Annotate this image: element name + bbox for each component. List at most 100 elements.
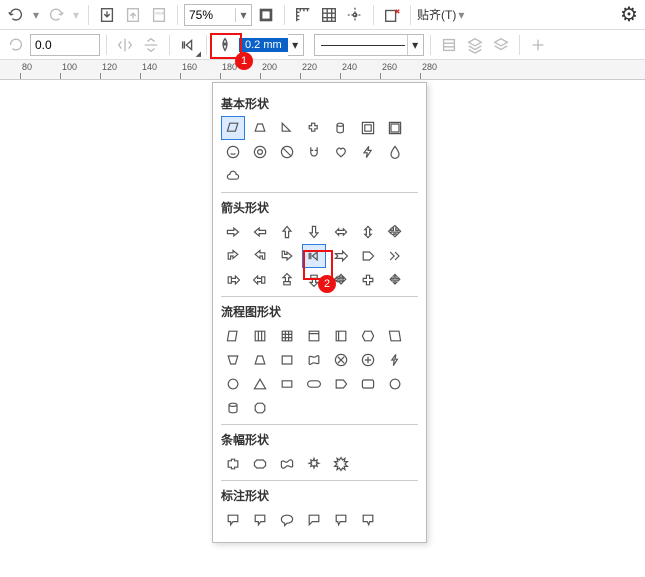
pdf-button: PDF (147, 3, 171, 27)
shape-wave[interactable] (275, 452, 299, 476)
shape-fc-tri[interactable] (248, 372, 272, 396)
shape-callout-oval[interactable] (275, 508, 299, 532)
section-title: 基本形状 (221, 95, 418, 112)
grid-button[interactable] (317, 3, 341, 27)
shape-plus[interactable] (302, 116, 326, 140)
snap-menu[interactable]: 贴齐(T)▾ (417, 6, 464, 23)
shape-fc-tag[interactable] (329, 372, 353, 396)
shape-cloud[interactable] (221, 164, 245, 188)
section-title: 标注形状 (221, 487, 418, 504)
shape-fc-card[interactable] (302, 324, 326, 348)
shape-no[interactable] (275, 140, 299, 164)
shape-burst2[interactable] (329, 452, 353, 476)
rulers-button[interactable] (291, 3, 315, 27)
shape-pentagon-r[interactable] (356, 244, 380, 268)
shape-trapezoid[interactable] (248, 116, 272, 140)
zoom-dropdown-icon[interactable]: ▾ (235, 8, 251, 22)
shape-fc-rrect[interactable] (356, 372, 380, 396)
shape-picker-button[interactable]: ◢ (176, 33, 200, 57)
fullscreen-button[interactable] (254, 3, 278, 27)
zoom-input[interactable] (185, 8, 235, 22)
shape-fc-trap2[interactable] (248, 348, 272, 372)
add-button (526, 33, 550, 57)
stroke-style-combo[interactable]: ▾ (314, 34, 424, 56)
shape-triangle-right[interactable] (275, 116, 299, 140)
shape-fc-pluscircle[interactable] (356, 348, 380, 372)
undo-dropdown[interactable]: ▾ (30, 3, 42, 27)
shape-fc-hex[interactable] (356, 324, 380, 348)
shape-frame[interactable] (356, 116, 380, 140)
guides-button[interactable] (343, 3, 367, 27)
layers2-button (489, 33, 513, 57)
toolbar-main: ▾ ▾ PDF ▾ 贴齐(T)▾ ⚙ (0, 0, 645, 30)
import-button[interactable] (95, 3, 119, 27)
shape-arrow-lr[interactable] (329, 220, 353, 244)
shape-tee-u[interactable] (275, 268, 299, 292)
shape-fc-rect2[interactable] (275, 372, 299, 396)
stroke-width-value: 0.2 mm (239, 38, 288, 52)
stroke-width-combo[interactable]: 0.2 mm ▾ (239, 34, 304, 56)
zoom-combo[interactable]: ▾ (184, 4, 252, 26)
shape-heart[interactable] (329, 140, 353, 164)
shape-tee-l[interactable] (248, 268, 272, 292)
shape-fc-card2[interactable] (329, 324, 353, 348)
shape-fc-skew[interactable] (221, 324, 245, 348)
rotation-input[interactable] (30, 34, 100, 56)
shape-callout1[interactable] (221, 508, 245, 532)
shape-banner1[interactable] (221, 452, 245, 476)
shape-burst1[interactable] (302, 452, 326, 476)
shape-arrow-quad[interactable] (383, 220, 407, 244)
shape-fc-trap[interactable] (221, 348, 245, 372)
shape-fc-skew2[interactable] (383, 324, 407, 348)
shape-callout4[interactable] (356, 508, 380, 532)
shape-arrow-ud[interactable] (356, 220, 380, 244)
shape-chev-r[interactable] (383, 244, 407, 268)
shape-frame2[interactable] (383, 116, 407, 140)
shape-fc-pill[interactable] (302, 372, 326, 396)
ruler-horizontal: 80100120140160180200220240260280 (0, 60, 645, 80)
shape-arrow-u[interactable] (275, 220, 299, 244)
shape-arrow-l[interactable] (248, 220, 272, 244)
layers-button (463, 33, 487, 57)
shape-fc-circle[interactable] (383, 372, 407, 396)
settings-button[interactable]: ⚙ (617, 3, 641, 27)
stroke-width-dropdown-icon[interactable]: ▾ (288, 34, 304, 56)
shape-fc-rect[interactable] (275, 348, 299, 372)
shape-tee-r[interactable] (221, 268, 245, 292)
shapes-flyout-panel: 基本形状箭头形状流程图形状条幅形状标注形状 (212, 82, 427, 543)
clear-button[interactable] (380, 3, 404, 27)
shape-fc-oct[interactable] (248, 396, 272, 420)
svg-text:PDF: PDF (155, 11, 164, 16)
shape-fc-cols[interactable] (248, 324, 272, 348)
shape-banner2[interactable] (248, 452, 272, 476)
shape-fc-flash[interactable] (383, 348, 407, 372)
shape-parallelogram[interactable] (221, 116, 245, 140)
shape-quad-out[interactable] (383, 268, 407, 292)
shape-fc-disc[interactable] (221, 372, 245, 396)
shape-fc-grid[interactable] (275, 324, 299, 348)
snap-label: 贴齐(T) (417, 6, 456, 23)
shape-bolt[interactable] (356, 140, 380, 164)
shape-magnet[interactable] (302, 140, 326, 164)
shape-corner-ul[interactable] (221, 244, 245, 268)
shape-arrow-d[interactable] (302, 220, 326, 244)
toolbar-properties: ◢ 0.2 mm ▾ ▾ (0, 30, 645, 60)
shape-fc-cyl[interactable] (221, 396, 245, 420)
shape-donut[interactable] (248, 140, 272, 164)
shape-corner-dr[interactable] (275, 244, 299, 268)
shape-smiley[interactable] (221, 140, 245, 164)
redo-dropdown: ▾ (70, 3, 82, 27)
undo-button[interactable] (4, 3, 28, 27)
shape-callout3[interactable] (329, 508, 353, 532)
shape-callout-z[interactable] (302, 508, 326, 532)
shape-drop[interactable] (383, 140, 407, 164)
shape-fc-wave[interactable] (302, 348, 326, 372)
export-button (121, 3, 145, 27)
redo-button (44, 3, 68, 27)
shape-corner-ur[interactable] (248, 244, 272, 268)
shape-fc-xcircle[interactable] (329, 348, 353, 372)
shape-cylinder[interactable] (329, 116, 353, 140)
shape-arrow-r[interactable] (221, 220, 245, 244)
shape-plus-arrow[interactable] (356, 268, 380, 292)
shape-callout2[interactable] (248, 508, 272, 532)
